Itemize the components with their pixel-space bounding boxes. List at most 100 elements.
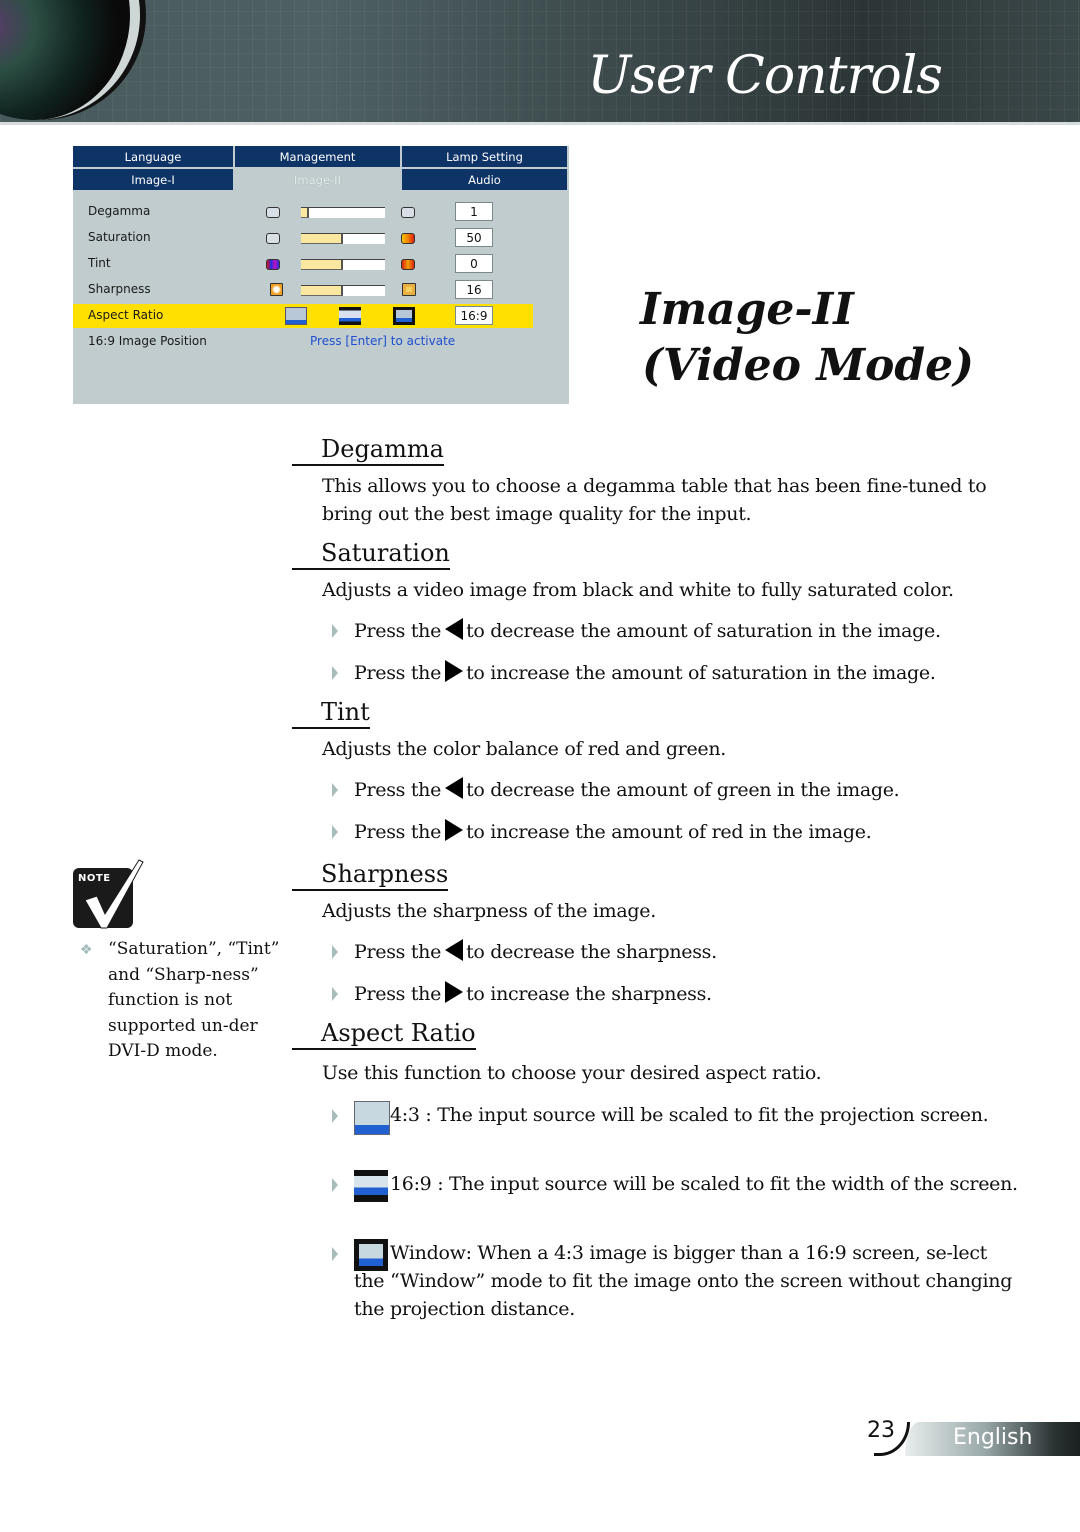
aspect-bullet-text: 16:9 : The input source will be scaled t…	[390, 1173, 1018, 1195]
bullet-text-post: to decrease the amount of saturation in …	[466, 620, 941, 642]
header-divider	[0, 122, 1080, 125]
sharpness-bullet-decrease: Press the to decrease the sharpness.	[332, 938, 717, 966]
osd-tab-image-ii: Image-II	[235, 169, 402, 192]
bullet-text-pre: Press the	[354, 941, 442, 963]
bullet-text-post: to increase the amount of red in the ima…	[466, 821, 872, 843]
left-arrow-key-icon	[445, 618, 464, 640]
saturation-description: Adjusts a video image from black and whi…	[322, 579, 954, 601]
note-bullet-icon: ❖	[80, 942, 93, 958]
note-icon: NOTE	[73, 859, 144, 929]
bullet-arrow-icon	[332, 825, 338, 839]
tint-red-icon	[401, 259, 415, 270]
osd-slider	[301, 259, 385, 270]
bullet-text-pre: Press the	[354, 620, 442, 642]
heading-sharpness: Sharpness	[292, 859, 449, 891]
osd-label: Aspect Ratio	[88, 308, 164, 322]
left-arrow-key-icon	[445, 777, 464, 799]
header-banner: User Controls	[0, 0, 1080, 124]
slider-fill	[301, 260, 343, 270]
tint-green-icon	[266, 259, 280, 270]
osd-value: 16	[455, 280, 493, 299]
osd-menu-screenshot: Language Management Lamp Setting Image-I…	[73, 146, 569, 404]
heading-tint: Tint	[292, 697, 370, 729]
sharpness-high-icon	[402, 283, 416, 296]
sharpness-low-icon	[270, 283, 283, 296]
osd-tab-language: Language	[73, 146, 235, 169]
saturation-bullet-decrease: Press the to decrease the amount of satur…	[332, 617, 941, 645]
osd-tab-image-i: Image-I	[73, 169, 235, 192]
aspect-bullet-4-3: 4:3 : The input source will be scaled to…	[332, 1101, 1022, 1135]
osd-label: 16:9 Image Position	[88, 334, 207, 348]
sharpness-description: Adjusts the sharpness of the image.	[322, 900, 656, 922]
osd-slider	[301, 207, 385, 218]
slider-fill	[301, 286, 343, 296]
aspect-window-icon	[393, 307, 415, 325]
osd-tab-audio: Audio	[402, 169, 569, 192]
aspect-window-icon	[354, 1239, 388, 1271]
left-arrow-key-icon	[445, 939, 464, 961]
bullet-arrow-icon	[332, 945, 338, 959]
sharpness-bullet-increase: Press the to increase the sharpness.	[332, 980, 712, 1008]
bullet-text-pre: Press the	[354, 779, 442, 801]
bullet-arrow-icon	[332, 1109, 338, 1123]
footer-language: English	[953, 1425, 1033, 1450]
saturation-high-icon	[401, 233, 415, 244]
note-text: “Saturation”, “Tint” and “Sharp-ness” fu…	[108, 939, 280, 1061]
osd-label: Sharpness	[88, 282, 151, 296]
osd-slider	[301, 285, 385, 296]
projector-lens-image	[0, 0, 140, 120]
osd-tab-lamp-setting: Lamp Setting	[402, 146, 569, 169]
tint-description: Adjusts the color balance of red and gre…	[322, 738, 727, 760]
aspect-bullet-16-9: 16:9 : The input source will be scaled t…	[332, 1170, 1022, 1202]
degamma-high-icon	[401, 207, 415, 218]
page-subtitle: (Video Mode)	[642, 340, 974, 391]
aspect-bullet-window: Window: When a 4:3 image is bigger than …	[332, 1239, 1022, 1323]
osd-label: Saturation	[88, 230, 151, 244]
section-title: User Controls	[587, 46, 943, 106]
bullet-text-post: to decrease the sharpness.	[466, 941, 717, 963]
bullet-text-pre: Press the	[354, 821, 442, 843]
heading-saturation: Saturation	[292, 538, 450, 570]
aspect-16-9-icon	[354, 1170, 388, 1202]
saturation-bullet-increase: Press the to increase the amount of satur…	[332, 659, 936, 687]
right-arrow-key-icon	[445, 819, 464, 841]
osd-tab-management: Management	[235, 146, 402, 169]
bullet-arrow-icon	[332, 783, 338, 797]
osd-row-image-position: 16:9 Image Position Press [Enter] to act…	[73, 330, 569, 354]
bullet-text-post: to increase the amount of saturation in …	[466, 662, 936, 684]
saturation-low-icon	[266, 233, 280, 244]
osd-row-sharpness: Sharpness 16	[73, 278, 569, 302]
aspect-4-3-icon	[354, 1101, 390, 1135]
osd-tabs-row-1: Language Management Lamp Setting	[73, 146, 569, 169]
osd-row-aspect-ratio: Aspect Ratio 16:9	[73, 304, 533, 328]
osd-value: 50	[455, 228, 493, 247]
bullet-arrow-icon	[332, 666, 338, 680]
osd-value: 0	[455, 254, 493, 273]
osd-value: 16:9	[455, 306, 493, 325]
osd-enter-hint: Press [Enter] to activate	[310, 334, 456, 348]
bullet-arrow-icon	[332, 1247, 338, 1261]
osd-label: Tint	[88, 256, 111, 270]
osd-row-tint: Tint 0	[73, 252, 569, 276]
slider-fill	[301, 208, 310, 218]
bullet-text-post: to decrease the amount of green in the i…	[466, 779, 900, 801]
degamma-description: This allows you to choose a degamma tabl…	[322, 475, 987, 525]
aspect-bullet-text: 4:3 : The input source will be scaled to…	[390, 1104, 989, 1126]
aspect-4-3-icon	[285, 307, 307, 325]
aspect-16-9-icon	[339, 307, 361, 325]
degamma-low-icon	[266, 207, 280, 218]
bullet-text-pre: Press the	[354, 983, 442, 1005]
right-arrow-key-icon	[445, 981, 464, 1003]
tint-bullet-increase: Press the to increase the amount of red i…	[332, 818, 872, 846]
osd-value: 1	[455, 202, 493, 221]
bullet-arrow-icon	[332, 987, 338, 1001]
osd-label: Degamma	[88, 204, 151, 218]
heading-degamma: Degamma	[292, 434, 444, 466]
slider-fill	[301, 234, 343, 244]
checkmark-icon	[84, 859, 144, 929]
bullet-arrow-icon	[332, 1178, 338, 1192]
bullet-text-pre: Press the	[354, 662, 442, 684]
aspect-ratio-description: Use this function to choose your desired…	[322, 1062, 822, 1084]
osd-row-degamma: Degamma 1	[73, 200, 569, 224]
aspect-bullet-text: Window: When a 4:3 image is bigger than …	[354, 1242, 1013, 1320]
